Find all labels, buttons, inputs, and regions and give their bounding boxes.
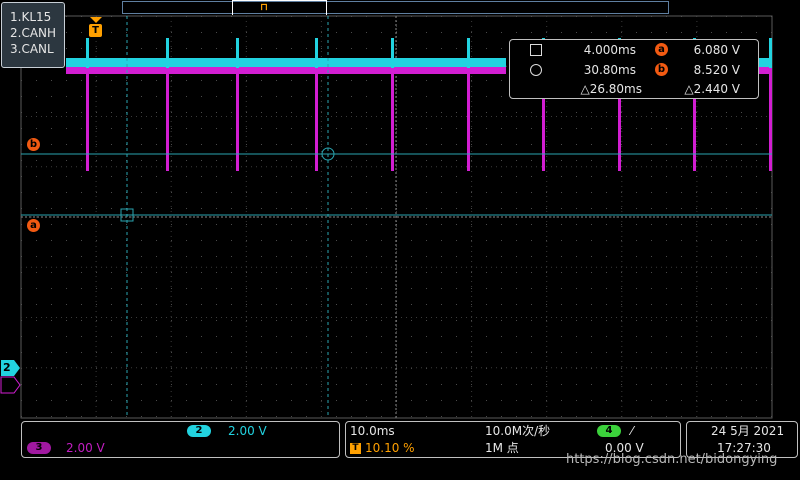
ch3-dominant-spike <box>391 67 394 171</box>
trigger-source-badge[interactable]: 4 <box>597 425 621 437</box>
trigger-slope-icon: ⁄ <box>631 424 634 438</box>
ch3-scale: 2.00 V <box>66 441 105 455</box>
cursor-b-time: 30.80ms <box>583 63 636 77</box>
cursor-a-time: 4.000ms <box>583 43 636 57</box>
ch3-dominant-spike <box>315 67 318 171</box>
channel-legend: 1.KL15 2.CANH 3.CANL <box>1 2 65 68</box>
ch2-dominant-spike <box>236 38 239 68</box>
trigger-position: 10.10 % <box>365 441 415 455</box>
legend-item-kl15: 1.KL15 <box>10 10 52 24</box>
cursor-readout[interactable]: 4.000ms a 6.080 V 30.80ms b 8.520 V △26.… <box>509 39 759 99</box>
ch2-scale: 2.00 V <box>228 424 267 438</box>
trigger-marker[interactable]: T <box>89 24 102 37</box>
ch2-ground-label: 2 <box>3 361 11 374</box>
trigger-position-icon: T <box>350 443 361 454</box>
ch3-dominant-spike <box>467 67 470 171</box>
ch2-dominant-spike <box>86 38 89 68</box>
cursor-a-value: 6.080 V <box>693 43 740 57</box>
cursor-delta-time: △26.80ms <box>580 82 642 96</box>
record-length: 1M 点 <box>485 441 519 455</box>
cursor-b-circle-icon <box>530 64 542 76</box>
ch2-dominant-spike <box>769 38 772 68</box>
sample-rate: 10.0M次/秒 <box>485 424 551 438</box>
ch3-ground-marker-icon[interactable] <box>0 376 21 394</box>
ch3-dominant-spike <box>769 67 772 171</box>
legend-item-canh: 2.CANH <box>10 26 57 40</box>
ch2-dominant-spike <box>315 38 318 68</box>
ch2-dominant-spike <box>467 38 470 68</box>
cursor-delta-value: △2.440 V <box>684 82 740 96</box>
cursor-a-square-icon <box>530 44 542 56</box>
ch3-badge[interactable]: 3 <box>27 442 51 454</box>
ch2-badge[interactable]: 2 <box>187 425 211 437</box>
cursor-b-value: 8.520 V <box>693 63 740 77</box>
cursor-b-badge: b <box>655 63 668 76</box>
cursor-a-level-badge[interactable]: a <box>27 219 40 232</box>
ch3-dominant-spike <box>236 67 239 171</box>
watermark: https://blog.csdn.net/bidongying <box>566 452 778 467</box>
ch2-dominant-spike <box>391 38 394 68</box>
channel-scale-panel[interactable]: 2 2.00 V 3 2.00 V <box>21 421 340 458</box>
legend-item-canl: 3.CANL <box>10 42 54 56</box>
date: 24 5月 2021 <box>711 424 785 438</box>
ch3-dominant-spike <box>86 67 89 171</box>
cursor-b-level-badge[interactable]: b <box>27 138 40 151</box>
timebase: 10.0ms <box>350 424 395 438</box>
cursor-a-badge: a <box>655 43 668 56</box>
ch3-dominant-spike <box>166 67 169 171</box>
ch2-dominant-spike <box>166 38 169 68</box>
